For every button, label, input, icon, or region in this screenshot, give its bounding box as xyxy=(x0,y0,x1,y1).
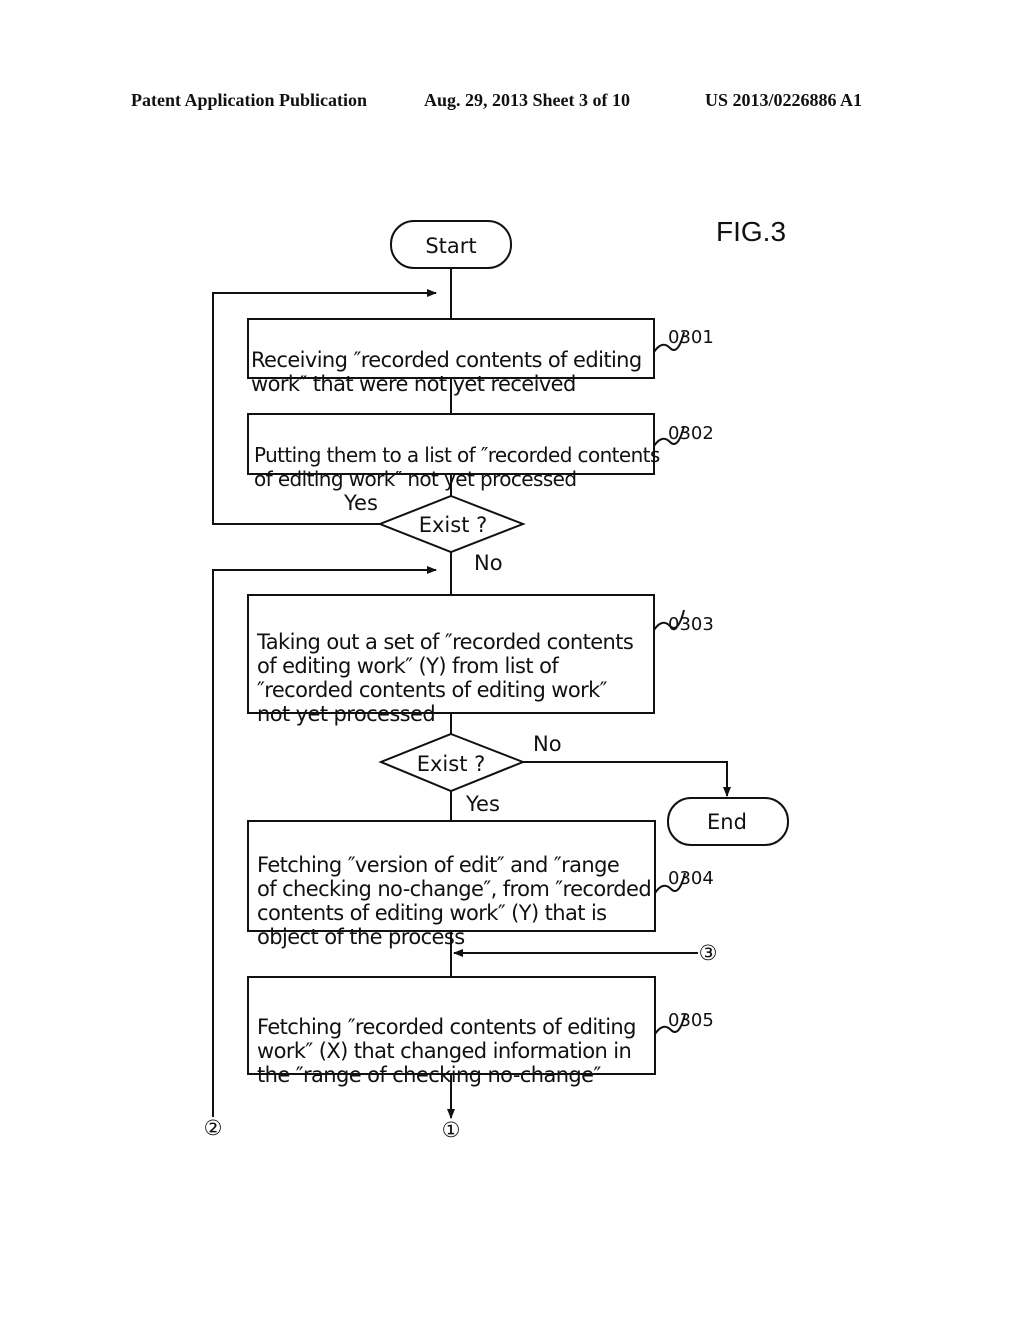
step-0302-text: Putting them to a list of ″recorded cont… xyxy=(254,419,660,491)
step-0303-text: Taking out a set of ″recorded contents of… xyxy=(257,606,634,726)
step-0302-line: of editing work″ not yet processed xyxy=(254,467,577,491)
end-label: End xyxy=(707,810,747,834)
ref-0304: 0304 xyxy=(668,868,714,889)
start-label: Start xyxy=(425,234,476,258)
connector-2: ② xyxy=(204,1116,223,1140)
step-0303-line: Taking out a set of ″recorded contents xyxy=(257,630,634,654)
step-0304-line: object of the process xyxy=(257,925,465,949)
step-0305-line: the ″range of checking no-change″ xyxy=(257,1063,601,1087)
no-to-end-line xyxy=(523,761,731,797)
ref-0302: 0302 xyxy=(668,423,714,444)
step-0304-text: Fetching ″version of edit″ and ″range of … xyxy=(257,829,652,949)
step-0303-line: not yet processed xyxy=(257,702,436,726)
step-0301-line: work″ that were not yet received xyxy=(251,372,576,396)
step-0303-line: ″recorded contents of editing work″ xyxy=(257,678,608,702)
connector-3: ③ xyxy=(699,941,718,965)
step-0304-line: contents of editing work″ (Y) that is xyxy=(257,901,607,925)
decision-2-yes-label: Yes xyxy=(465,792,500,816)
ref-0305: 0305 xyxy=(668,1010,714,1031)
connector-1: ① xyxy=(442,1118,461,1142)
step-0304-line: Fetching ″version of edit″ and ″range xyxy=(257,853,620,877)
decision-2-no-label: No xyxy=(533,732,562,756)
ref-0303: 0303 xyxy=(668,614,714,635)
decision-1-no-label: No xyxy=(474,551,503,575)
step-0304-line: of checking no-change″, from ″recorded xyxy=(257,877,652,901)
ref-0301: 0301 xyxy=(668,327,714,348)
step-0305-text: Fetching ″recorded contents of editing wo… xyxy=(257,991,636,1087)
decision-1-label: Exist ? xyxy=(419,513,488,537)
step-0301-text: Receiving ″recorded contents of editing w… xyxy=(251,324,642,396)
step-0303-line: of editing work″ (Y) from list of xyxy=(257,654,559,678)
step-0305-line: work″ (X) that changed information in xyxy=(257,1039,632,1063)
decision-2-label: Exist ? xyxy=(417,752,486,776)
step-0305-line: Fetching ″recorded contents of editing xyxy=(257,1015,636,1039)
step-0301-line: Receiving ″recorded contents of editing xyxy=(251,348,642,372)
step-0302-line: Putting them to a list of ″recorded cont… xyxy=(254,443,660,467)
decision-1-yes-label: Yes xyxy=(343,491,378,515)
